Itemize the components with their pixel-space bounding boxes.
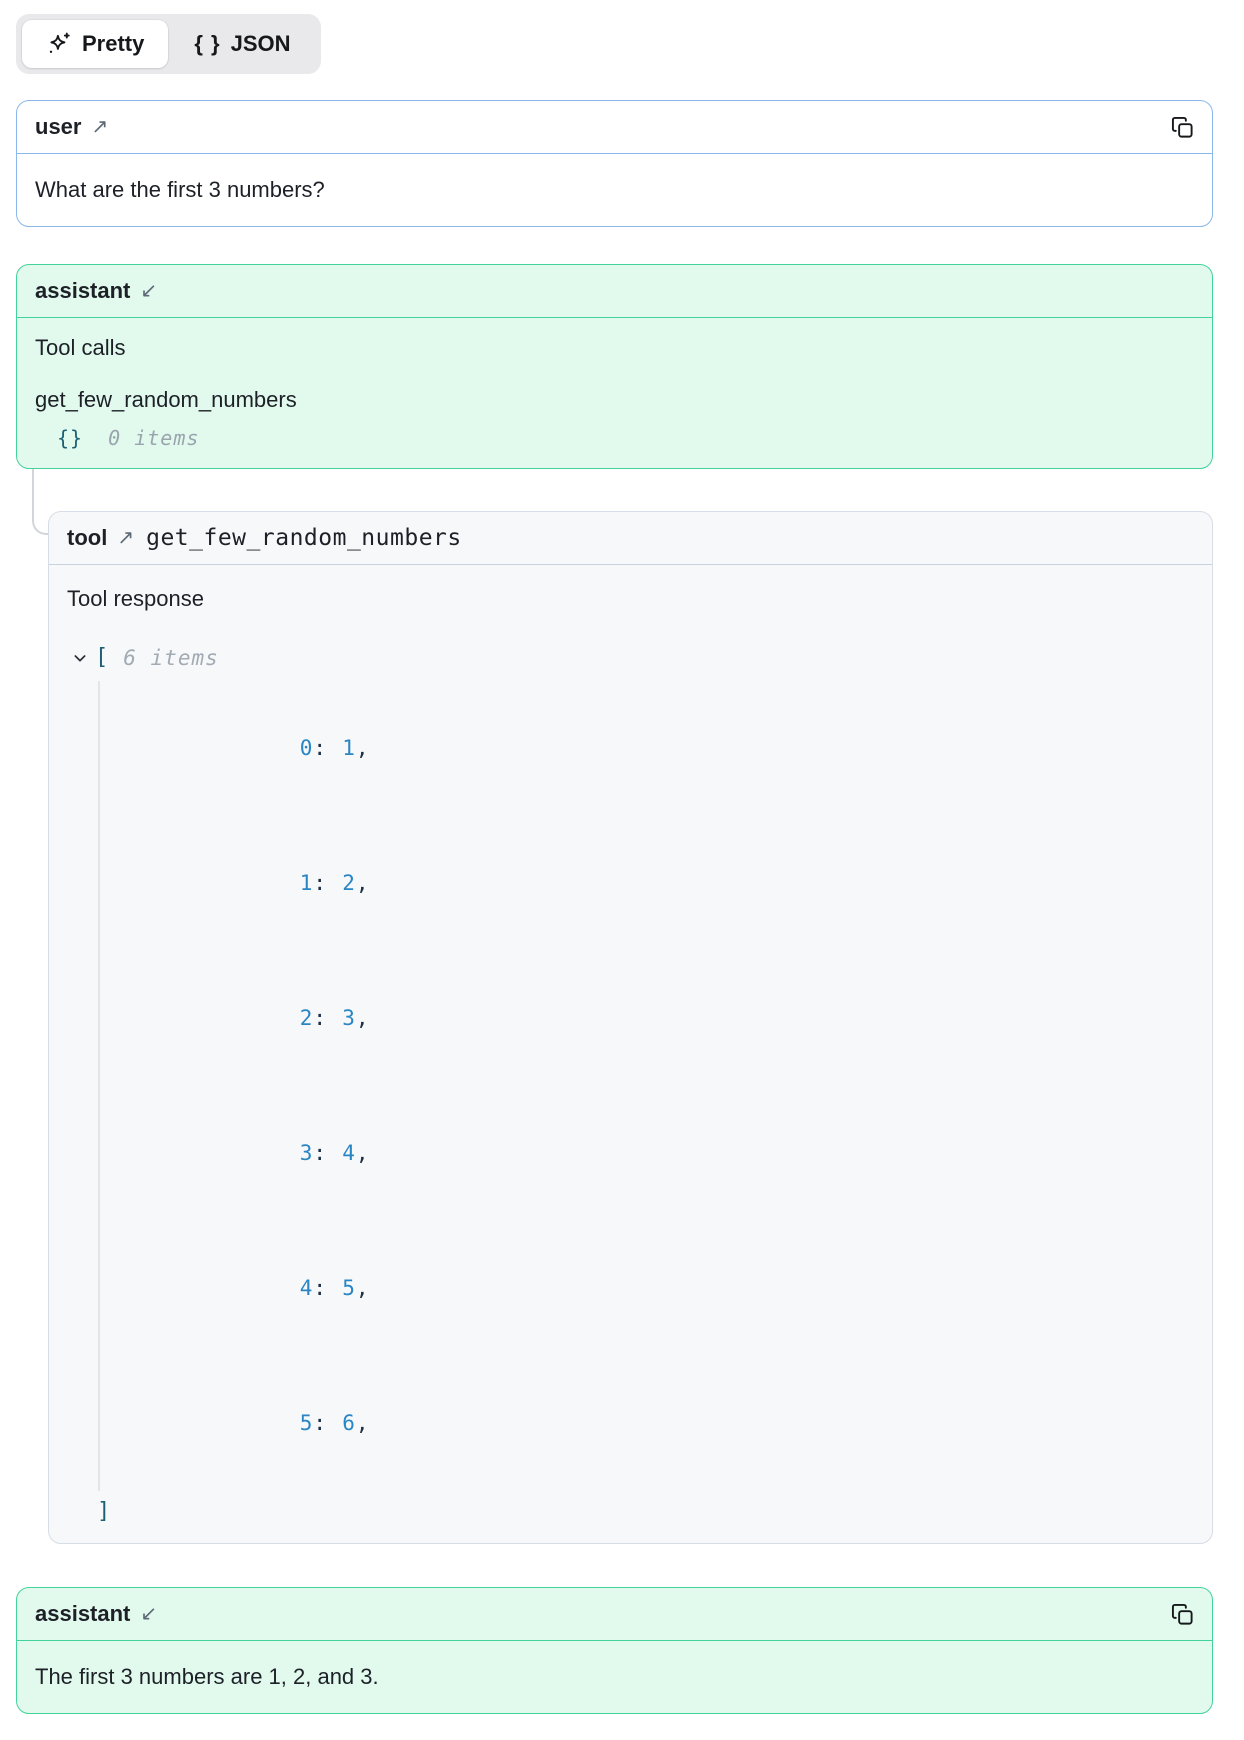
user-message-card: user ↗ What are the first 3 numbers? bbox=[16, 100, 1213, 227]
json-tree-viewer: [ 6 items 0:1, 1:2, 2:3, 3:4, bbox=[71, 639, 1194, 1533]
entry-index: 3 bbox=[300, 1141, 314, 1165]
comma: , bbox=[356, 1411, 370, 1435]
tab-json[interactable]: { } JSON bbox=[170, 20, 314, 68]
input-arrow-icon: ↗ bbox=[117, 524, 134, 552]
tool-call-connector-line bbox=[32, 469, 49, 535]
colon: : bbox=[313, 1411, 327, 1435]
braces-icon: { } bbox=[194, 30, 220, 58]
tool-call-args: {} 0 items bbox=[57, 424, 1194, 452]
copy-button[interactable] bbox=[1171, 116, 1194, 139]
view-mode-tabs: Pretty { } JSON bbox=[16, 14, 321, 74]
role-label: tool bbox=[67, 524, 107, 552]
tab-pretty[interactable]: Pretty bbox=[22, 20, 168, 68]
assistant-reply-card: assistant ↙ The first 3 numbers are 1, 2… bbox=[16, 1587, 1213, 1714]
entry-value: 5 bbox=[342, 1276, 356, 1300]
copy-icon bbox=[1171, 116, 1194, 139]
comma: , bbox=[356, 736, 370, 760]
tool-message-card: tool ↗ get_few_random_numbers Tool respo… bbox=[48, 511, 1213, 1544]
output-arrow-icon: ↙ bbox=[140, 277, 157, 305]
comma: , bbox=[356, 1276, 370, 1300]
colon: : bbox=[313, 871, 327, 895]
json-array-entry: 4:5, bbox=[136, 1221, 1194, 1356]
comma: , bbox=[356, 1141, 370, 1165]
tab-pretty-label: Pretty bbox=[82, 30, 144, 58]
array-close-bracket: ] bbox=[97, 1491, 1194, 1533]
tool-calls-label: Tool calls bbox=[35, 334, 1194, 362]
tool-name: get_few_random_numbers bbox=[146, 524, 462, 552]
array-open-bracket: [ bbox=[95, 644, 109, 672]
json-array-entry: 1:2, bbox=[136, 816, 1194, 951]
assistant-tool-calls-header: assistant ↙ bbox=[17, 265, 1212, 318]
array-items-count: 6 items bbox=[123, 644, 219, 672]
json-array-entry: 5:6, bbox=[136, 1356, 1194, 1491]
entry-value: 4 bbox=[342, 1141, 356, 1165]
entry-index: 1 bbox=[300, 871, 314, 895]
user-message-content: What are the first 3 numbers? bbox=[17, 154, 1212, 226]
colon: : bbox=[313, 736, 327, 760]
role-label: assistant bbox=[35, 1600, 130, 1628]
input-arrow-icon: ↗ bbox=[91, 113, 108, 141]
entry-value: 1 bbox=[342, 736, 356, 760]
colon: : bbox=[313, 1006, 327, 1030]
copy-button[interactable] bbox=[1171, 1603, 1194, 1626]
tool-call-name: get_few_random_numbers bbox=[35, 386, 1194, 414]
colon: : bbox=[313, 1276, 327, 1300]
chevron-down-icon bbox=[72, 650, 88, 666]
entry-value: 3 bbox=[342, 1006, 356, 1030]
tool-response-label: Tool response bbox=[67, 585, 1194, 613]
json-array-entry: 2:3, bbox=[136, 951, 1194, 1086]
json-array-entry: 3:4, bbox=[136, 1086, 1194, 1221]
entry-index: 5 bbox=[300, 1411, 314, 1435]
copy-icon bbox=[1171, 1603, 1194, 1626]
tool-message-body: Tool response [ 6 items 0: bbox=[49, 565, 1212, 1543]
sparkle-icon bbox=[46, 31, 72, 57]
output-arrow-icon: ↙ bbox=[140, 1600, 157, 1628]
empty-object-glyph: {} bbox=[57, 426, 83, 450]
entry-index: 2 bbox=[300, 1006, 314, 1030]
role-label: assistant bbox=[35, 277, 130, 305]
tool-message-header: tool ↗ get_few_random_numbers bbox=[49, 512, 1212, 565]
tab-json-label: JSON bbox=[231, 30, 291, 58]
assistant-reply-content: The first 3 numbers are 1, 2, and 3. bbox=[17, 1641, 1212, 1713]
json-array-entries: 0:1, 1:2, 2:3, 3:4, 4:5, 5:6, bbox=[98, 681, 1194, 1491]
entry-index: 4 bbox=[300, 1276, 314, 1300]
collapse-toggle-button[interactable] bbox=[71, 649, 89, 667]
colon: : bbox=[313, 1141, 327, 1165]
role-label: user bbox=[35, 113, 81, 141]
comma: , bbox=[356, 1006, 370, 1030]
json-array-toggle-row[interactable]: [ 6 items bbox=[71, 639, 1194, 677]
entry-value: 2 bbox=[342, 871, 356, 895]
assistant-reply-header: assistant ↙ bbox=[17, 1588, 1212, 1641]
entry-index: 0 bbox=[300, 736, 314, 760]
trace-pretty-view: Pretty { } JSON user ↗ What are the firs… bbox=[0, 0, 1244, 1740]
comma: , bbox=[356, 871, 370, 895]
json-array-entry: 0:1, bbox=[136, 681, 1194, 816]
assistant-tool-calls-card: assistant ↙ Tool calls get_few_random_nu… bbox=[16, 264, 1213, 469]
args-items-count: 0 items bbox=[108, 426, 199, 450]
entry-value: 6 bbox=[342, 1411, 356, 1435]
assistant-tool-calls-body: Tool calls get_few_random_numbers {} 0 i… bbox=[17, 318, 1212, 468]
user-message-header: user ↗ bbox=[17, 101, 1212, 154]
